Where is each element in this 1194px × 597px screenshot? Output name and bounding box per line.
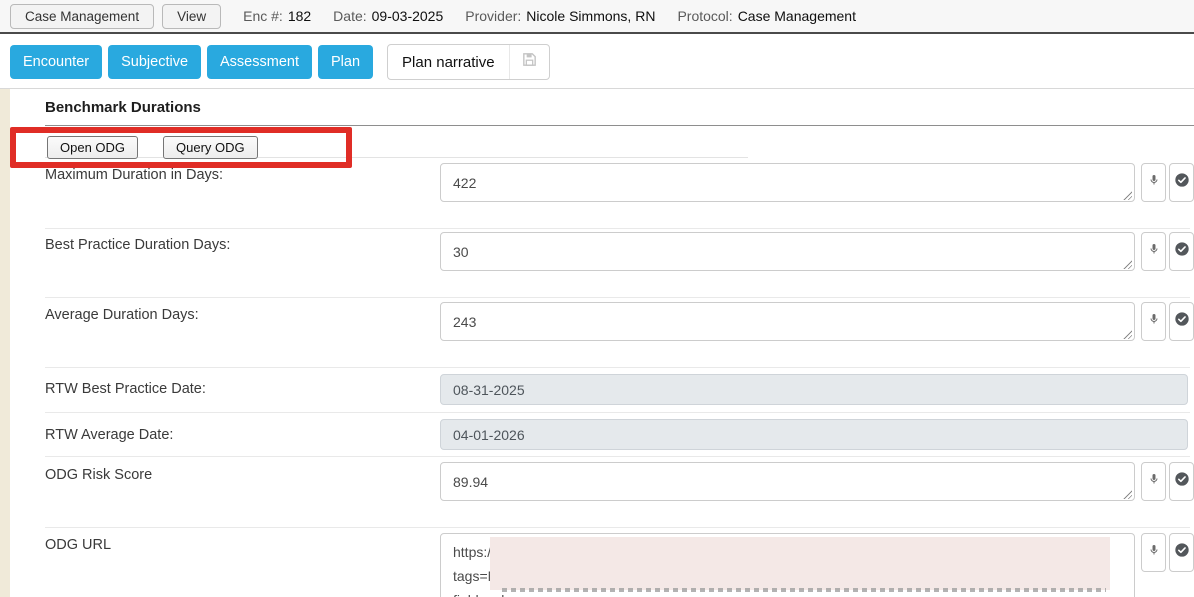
- divider: [45, 527, 1190, 528]
- date-value: 09-03-2025: [372, 8, 444, 24]
- microphone-icon: [1148, 241, 1160, 262]
- enc-number-label: Enc #:: [243, 8, 283, 24]
- check-circle-icon: [1174, 172, 1190, 193]
- rtw-best-practice-date-field: [440, 374, 1188, 405]
- check-circle-icon: [1174, 471, 1190, 492]
- left-edge-strip: [0, 89, 10, 597]
- protocol-value: Case Management: [738, 8, 856, 24]
- section-tabs-toolbar: Encounter Subjective Assessment Plan Pla…: [0, 36, 1194, 89]
- tab-subjective[interactable]: Subjective: [108, 45, 201, 79]
- divider: [45, 125, 1194, 126]
- open-odg-button[interactable]: Open ODG: [47, 136, 138, 159]
- check-circle-icon: [1174, 241, 1190, 262]
- enc-number-value: 182: [288, 8, 311, 24]
- obscured-text-fragment: [502, 588, 1106, 592]
- encounter-meta: Enc #: 182 Date: 09-03-2025 Provider: Ni…: [243, 8, 856, 24]
- microphone-icon: [1148, 542, 1160, 563]
- redaction-overlay: [490, 537, 1110, 590]
- tab-assessment[interactable]: Assessment: [207, 45, 312, 79]
- confirm-button[interactable]: [1169, 232, 1194, 271]
- date-label: Date:: [333, 8, 366, 24]
- divider: [45, 412, 1190, 413]
- encounter-header-bar: Case Management View Enc #: 182 Date: 09…: [0, 0, 1194, 34]
- field-label-average-duration: Average Duration Days:: [45, 307, 199, 323]
- microphone-icon: [1148, 311, 1160, 332]
- query-odg-button[interactable]: Query ODG: [163, 136, 258, 159]
- average-duration-input[interactable]: 243: [440, 302, 1135, 341]
- dictate-button[interactable]: [1141, 533, 1166, 572]
- check-circle-icon: [1174, 542, 1190, 563]
- divider: [45, 157, 748, 158]
- dictate-button[interactable]: [1141, 163, 1166, 202]
- odg-risk-score-input[interactable]: 89.94: [440, 462, 1135, 501]
- save-icon: [521, 51, 538, 73]
- rtw-average-date-field: [440, 419, 1188, 450]
- provider-value: Nicole Simmons, RN: [526, 8, 655, 24]
- divider: [45, 228, 1190, 229]
- divider: [45, 297, 1190, 298]
- confirm-button[interactable]: [1169, 302, 1194, 341]
- field-label-max-duration: Maximum Duration in Days:: [45, 167, 223, 183]
- confirm-button[interactable]: [1169, 533, 1194, 572]
- protocol-label: Protocol:: [677, 8, 732, 24]
- divider: [45, 456, 1190, 457]
- field-label-rtw-average-date: RTW Average Date:: [45, 427, 173, 443]
- divider: [45, 367, 1190, 368]
- check-circle-icon: [1174, 311, 1190, 332]
- dictate-button[interactable]: [1141, 302, 1166, 341]
- plan-narrative-group: Plan narrative: [387, 44, 550, 80]
- dictate-button[interactable]: [1141, 462, 1166, 501]
- field-label-best-practice-duration: Best Practice Duration Days:: [45, 237, 230, 253]
- plan-narrative-button[interactable]: Plan narrative: [388, 45, 509, 79]
- view-button[interactable]: View: [162, 4, 221, 29]
- field-label-rtw-best-practice-date: RTW Best Practice Date:: [45, 381, 206, 397]
- section-title: Benchmark Durations: [45, 99, 201, 116]
- case-management-button[interactable]: Case Management: [10, 4, 154, 29]
- provider-label: Provider:: [465, 8, 521, 24]
- confirm-button[interactable]: [1169, 163, 1194, 202]
- field-label-odg-risk-score: ODG Risk Score: [45, 467, 152, 483]
- tab-encounter[interactable]: Encounter: [10, 45, 102, 79]
- microphone-icon: [1148, 172, 1160, 193]
- tab-plan[interactable]: Plan: [318, 45, 373, 79]
- max-duration-input[interactable]: 422: [440, 163, 1135, 202]
- field-label-odg-url: ODG URL: [45, 537, 111, 553]
- microphone-icon: [1148, 471, 1160, 492]
- dictate-button[interactable]: [1141, 232, 1166, 271]
- best-practice-duration-input[interactable]: 30: [440, 232, 1135, 271]
- save-narrative-button[interactable]: [510, 45, 549, 79]
- confirm-button[interactable]: [1169, 462, 1194, 501]
- plan-form-content: Benchmark Durations Open ODG Query ODG M…: [0, 89, 1194, 597]
